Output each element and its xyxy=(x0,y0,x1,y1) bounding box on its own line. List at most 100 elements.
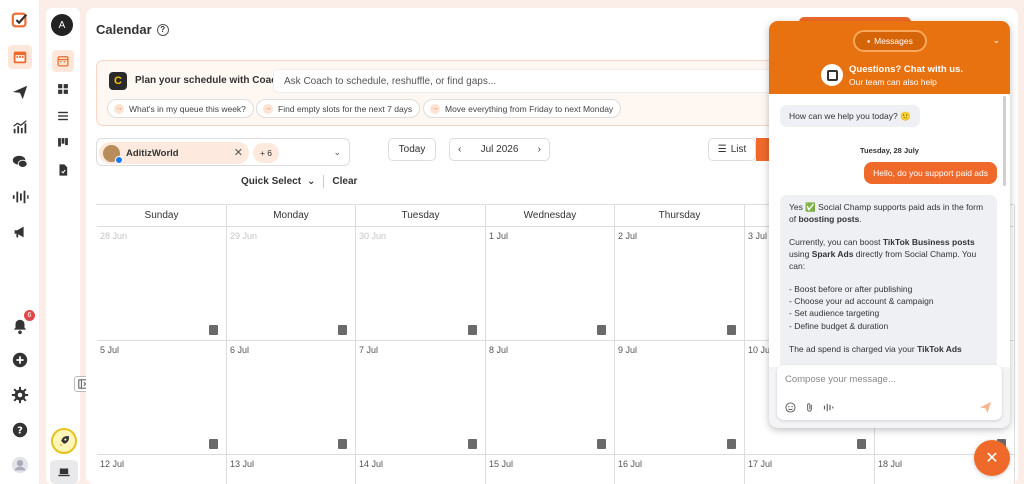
add-post-icon[interactable] xyxy=(468,325,477,335)
analytics-icon[interactable] xyxy=(8,115,32,139)
message-bubble-icon: ▪ xyxy=(867,36,871,46)
day-number: 2 Jul xyxy=(618,231,638,241)
account-selector[interactable]: AditizWorld ✕ + 6 ⌄ xyxy=(96,138,350,166)
add-post-icon[interactable] xyxy=(597,325,606,335)
day-header: Monday xyxy=(227,205,356,227)
chat-header-title: Questions? Chat with us. xyxy=(849,64,964,75)
emoji-icon[interactable] xyxy=(785,402,796,416)
settings-gear-icon[interactable] xyxy=(8,383,32,407)
attachment-icon[interactable] xyxy=(804,402,815,416)
user-profile-icon[interactable] xyxy=(8,453,32,477)
help-icon[interactable]: ? xyxy=(8,418,32,442)
coach-suggestion-chip[interactable]: → Move everything from Friday to next Mo… xyxy=(423,99,622,118)
coach-logo-icon: C xyxy=(109,72,127,90)
calendar-day-cell[interactable]: 14 Jul xyxy=(356,455,486,484)
notifications-bell-icon[interactable]: 6 xyxy=(8,310,35,338)
calendar-day-cell[interactable]: 6 Jul xyxy=(227,341,356,455)
account-avatar xyxy=(103,144,123,164)
add-circle-icon[interactable] xyxy=(8,348,32,372)
calendar-day-cell[interactable]: 2 Jul xyxy=(615,227,745,341)
voice-icon[interactable] xyxy=(823,402,834,416)
add-post-icon[interactable] xyxy=(338,439,347,449)
calendar-day-cell[interactable]: 8 Jul xyxy=(486,341,615,455)
workspace-avatar[interactable]: A xyxy=(51,14,73,36)
chevron-down-icon[interactable]: ⌄ xyxy=(333,147,341,158)
send-icon[interactable] xyxy=(8,80,32,104)
prev-month-icon[interactable]: ‹ xyxy=(458,144,461,155)
list-view-icon[interactable] xyxy=(52,105,74,127)
drafts-document-icon[interactable] xyxy=(52,159,74,181)
add-post-icon[interactable] xyxy=(468,439,477,449)
chat-scrollbar[interactable] xyxy=(1003,96,1006,186)
close-chat-button[interactable]: ✕ xyxy=(974,440,1010,476)
grid-view-icon[interactable] xyxy=(52,78,74,100)
bot-reply-message: Yes ✅ Social Champ supports paid ads in … xyxy=(780,195,997,375)
calendar-day-cell[interactable]: 16 Jul xyxy=(615,455,745,484)
coach-suggestion-chip[interactable]: → Find empty slots for the next 7 days xyxy=(256,99,421,118)
calendar-day-cell[interactable]: 7 Jul xyxy=(356,341,486,455)
add-post-icon[interactable] xyxy=(209,439,218,449)
calendar-day-cell[interactable]: 28 Jun xyxy=(97,227,227,341)
add-post-icon[interactable] xyxy=(209,325,218,335)
divider xyxy=(323,175,325,188)
list-view-button[interactable]: ☰ List xyxy=(708,138,756,161)
list-icon: ☰ xyxy=(717,144,727,155)
page-title: Calendar ? xyxy=(96,22,169,37)
minimize-chevron-icon[interactable]: ⌄ xyxy=(992,35,1000,46)
next-month-icon[interactable]: › xyxy=(538,144,541,155)
chat-header: ▪ Messages ⌄ Questions? Chat with us. Ou… xyxy=(769,21,1010,94)
add-post-icon[interactable] xyxy=(338,325,347,335)
messages-tab[interactable]: ▪ Messages xyxy=(853,30,927,52)
help-circle-icon[interactable]: ? xyxy=(156,23,169,36)
facebook-icon xyxy=(115,155,123,164)
coach-suggestion-chip[interactable]: → What's in my queue this week? xyxy=(107,99,254,118)
rocket-icon[interactable] xyxy=(51,428,77,454)
reply-bold: TikTok Ads xyxy=(917,343,962,354)
calendar-day-cell[interactable]: 17 Jul xyxy=(745,455,875,484)
calendar-day-cell[interactable]: 12 Jul xyxy=(97,455,227,484)
calendar-day-cell[interactable]: 1 Jul xyxy=(486,227,615,341)
kanban-view-icon[interactable] xyxy=(52,132,74,154)
notification-badge: 6 xyxy=(24,310,35,321)
calendar-day-cell[interactable]: 29 Jun xyxy=(227,227,356,341)
remove-account-icon[interactable]: ✕ xyxy=(234,146,243,159)
inbox-chat-icon[interactable] xyxy=(8,150,32,174)
today-button[interactable]: Today xyxy=(388,138,436,161)
user-message: Hello, do you support paid ads xyxy=(864,162,997,184)
selected-account-pill: AditizWorld ✕ xyxy=(99,142,249,164)
day-header: Sunday xyxy=(97,205,227,227)
calendar-day-cell[interactable]: 9 Jul xyxy=(615,341,745,455)
current-month-label: Jul 2026 xyxy=(480,144,519,155)
send-message-icon[interactable] xyxy=(979,401,992,417)
clear-button[interactable]: Clear xyxy=(332,176,357,187)
reply-bold: TikTok Business posts xyxy=(882,237,975,248)
megaphone-icon[interactable] xyxy=(8,220,32,244)
compose-input[interactable]: Compose your message... xyxy=(785,374,896,385)
calendar-day-cell[interactable]: 15 Jul xyxy=(486,455,615,484)
arrow-right-icon: → xyxy=(263,103,273,114)
day-number: 18 Jul xyxy=(878,459,903,469)
calendar-day-cell[interactable]: 30 Jun xyxy=(356,227,486,341)
add-post-icon[interactable] xyxy=(857,439,866,449)
add-post-icon[interactable] xyxy=(727,325,736,335)
chat-messages: How can we help you today? 🙂 Tuesday, 28… xyxy=(769,94,1010,375)
calendar-view-icon[interactable] xyxy=(52,50,74,72)
quick-select-button[interactable]: Quick Select xyxy=(241,176,301,187)
add-post-icon[interactable] xyxy=(597,439,606,449)
day-number: 5 Jul xyxy=(100,345,120,355)
laptop-icon[interactable] xyxy=(50,460,78,484)
social-champ-logo-icon[interactable] xyxy=(8,8,32,32)
calendar-day-cell[interactable]: 5 Jul xyxy=(97,341,227,455)
day-number: 13 Jul xyxy=(230,459,255,469)
reply-text: The ad spend is charged via your xyxy=(789,343,918,354)
calendar-nav-icon[interactable] xyxy=(8,45,32,69)
day-number: 7 Jul xyxy=(359,345,379,355)
day-number: 30 Jun xyxy=(359,231,387,241)
day-number: 3 Jul xyxy=(748,231,768,241)
audio-wave-icon[interactable] xyxy=(8,185,32,209)
chip-label: Find empty slots for the next 7 days xyxy=(278,103,413,114)
calendar-day-cell[interactable]: 13 Jul xyxy=(227,455,356,484)
secondary-rail: A xyxy=(46,8,80,484)
add-post-icon[interactable] xyxy=(727,439,736,449)
chevron-down-icon[interactable]: ⌄ xyxy=(307,176,315,187)
